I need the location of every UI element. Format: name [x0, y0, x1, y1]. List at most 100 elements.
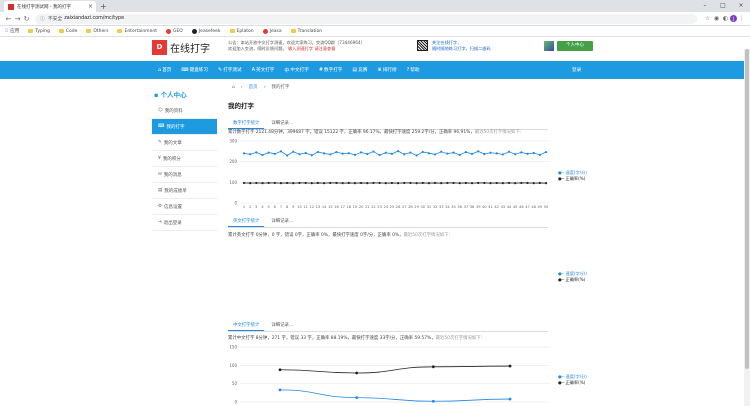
profile-avatar[interactable]: J — [730, 15, 737, 22]
tab-number-stats[interactable]: 数字打字统计 — [228, 118, 265, 129]
tab-english-stats[interactable]: 英文打字统计 — [228, 216, 265, 227]
number-icon: # — [318, 67, 324, 73]
close-window-icon[interactable]: × — [732, 0, 750, 11]
sidebar-item-articles[interactable]: ✎ 我的文章 — [152, 135, 217, 151]
data-point — [304, 181, 307, 185]
x-tick-label: 29 — [414, 205, 419, 209]
maximize-icon[interactable]: □ — [714, 0, 732, 11]
bookmark-folder[interactable]: Others — [86, 29, 108, 34]
reload-icon[interactable]: ↻ — [22, 15, 31, 23]
tab-chinese-stats[interactable]: 中文打字统计 — [228, 320, 265, 331]
legend-accuracy[interactable]: ●─ 正确率(%) — [558, 277, 587, 283]
close-tab-icon[interactable]: × — [88, 3, 96, 10]
x-tick-label: 26 — [396, 205, 401, 209]
x-tick-label: 25 — [390, 205, 395, 209]
scrollbar-thumb[interactable] — [745, 49, 749, 369]
bookmark-folder[interactable]: Code — [58, 29, 77, 34]
back-icon[interactable]: ← — [4, 15, 13, 23]
breadcrumb-home[interactable]: 首页 — [249, 84, 258, 90]
site-logo[interactable]: D 在线打字 — [152, 40, 210, 55]
nav-item-help[interactable]: ? 帮助 — [407, 67, 420, 73]
bookmark-apps[interactable]: ⠿ 应用 — [5, 28, 19, 35]
home-icon[interactable]: ⌂ — [232, 85, 235, 90]
data-point — [329, 181, 332, 185]
nav-item-english[interactable]: A 英文打字 — [252, 67, 275, 73]
forward-icon[interactable]: → — [13, 15, 22, 23]
data-point — [483, 181, 486, 185]
x-tick-label: 14 — [322, 205, 327, 209]
gear-icon: ⚙ — [158, 204, 163, 209]
bookmark-folder[interactable]: Typing — [28, 29, 50, 34]
sidebar-item-profile[interactable]: ☺ 我的资料 — [152, 103, 217, 119]
nav-item-home[interactable]: ⌂ 首页 — [158, 67, 171, 73]
new-tab-button[interactable]: + — [100, 2, 107, 11]
nav-login-link[interactable]: 登录 — [572, 67, 581, 73]
legend-accuracy[interactable]: ●─ 正确率(%) — [558, 176, 587, 182]
data-point — [335, 151, 338, 154]
tab-title: 在线打字测试网 - 我的打字 — [17, 4, 71, 10]
nav-item-contest[interactable]: ▤ 竞赛 — [352, 67, 367, 73]
bookmark-star-icon[interactable]: ☆ — [703, 15, 712, 22]
nav-item-test[interactable]: ✎ 打字测试 — [218, 67, 242, 73]
data-point — [341, 182, 344, 185]
x-tick-label: 36 — [457, 205, 462, 209]
bookmark-link[interactable]: GEO — [165, 28, 183, 34]
sidebar-item-settings[interactable]: ⚙ 信息设置 — [152, 199, 217, 215]
user-center-button[interactable]: 个人中心 — [557, 41, 593, 51]
sidebar-item-messages[interactable]: ✉ 我的消息 — [152, 167, 217, 183]
browser-tab[interactable]: 在线打字测试网 - 我的打字 × — [4, 1, 96, 12]
menu-icon[interactable]: ⋮ — [737, 15, 746, 22]
data-point — [292, 182, 295, 185]
x-tick-label: 40 — [482, 205, 487, 209]
security-label: 不安全 — [47, 17, 63, 22]
data-point — [261, 153, 264, 157]
extension-icon[interactable]: ◉ — [712, 15, 721, 22]
nav-item-keyboard[interactable]: ⌨ 键盘练习 — [181, 67, 208, 73]
bookmark-link[interactable]: Jeasa — [262, 28, 282, 34]
bookmark-folder[interactable]: Entertainment — [117, 29, 157, 34]
sidebar-item-logout[interactable]: ⇥ 退出登录 — [152, 215, 217, 231]
chinese-icon: 中 — [284, 67, 290, 74]
data-point — [464, 151, 467, 154]
english-icon: A — [251, 67, 256, 73]
x-tick-label: 43 — [501, 205, 506, 209]
tab-english-details[interactable]: 详细记录... — [266, 216, 298, 227]
data-point — [298, 153, 301, 156]
data-point — [355, 396, 359, 399]
data-point — [403, 153, 406, 156]
x-tick-label: 11 — [303, 205, 308, 209]
bookmark-folder[interactable]: Translation — [290, 29, 322, 34]
site-notice: 公告：本站开放中文打字测速，欢迎大家练习。交流QQ群（73446964） 欢迎加… — [228, 40, 365, 51]
minimize-icon[interactable]: – — [696, 0, 714, 11]
data-point — [507, 181, 511, 185]
tab-number-details[interactable]: 详细记录... — [266, 118, 298, 129]
bookmark-link[interactable]: Jeasefeek — [191, 28, 221, 34]
qr-code — [417, 40, 428, 51]
x-tick-label: 1 — [243, 205, 245, 209]
page-scrollbar[interactable] — [744, 49, 750, 406]
legend-accuracy[interactable]: ●─ 正确率(%) — [558, 380, 587, 386]
main-nav: ⌂ 首页 ⌨ 键盘练习 ✎ 打字测试 A 英文打字 中中文打字 # 数字打字 ▤ 竞赛 ♛ 排… — [0, 61, 750, 79]
nav-item-number[interactable]: # 数字打字 — [319, 67, 343, 73]
extension-icon[interactable]: ◐ — [721, 15, 730, 22]
data-point — [526, 181, 529, 185]
data-point — [286, 181, 289, 185]
sidebar-item-reports[interactable]: ▤ 我的成绩单 — [152, 183, 217, 199]
edit-icon: ✎ — [158, 140, 162, 145]
url-input[interactable]: ⓘ 不安全 zaixiandazi.com/mc/type — [35, 13, 697, 24]
data-point — [329, 153, 332, 156]
data-point — [355, 371, 359, 375]
nav-item-ranking[interactable]: ♛ 排行榜 — [377, 67, 396, 73]
user-avatar[interactable] — [544, 41, 554, 51]
bookmark-folder[interactable]: Eplaton — [229, 29, 254, 34]
sidebar-item-points[interactable]: ¥ 我的积分 — [152, 151, 217, 167]
tab-chinese-details[interactable]: 详细记录... — [266, 320, 298, 331]
sidebar-item-my-typing[interactable]: ⌨ 我的打字 — [152, 119, 217, 135]
nav-item-chinese[interactable]: 中中文打字 — [284, 67, 308, 74]
data-point — [452, 181, 455, 185]
x-tick-label: 5 — [268, 205, 270, 209]
notice-link[interactable]: 输入测速打字 — [288, 46, 313, 51]
data-point — [446, 152, 449, 155]
info-icon[interactable]: ⓘ — [40, 15, 45, 22]
chinese-typing-chart: 0 50 100 150 — [229, 345, 550, 405]
